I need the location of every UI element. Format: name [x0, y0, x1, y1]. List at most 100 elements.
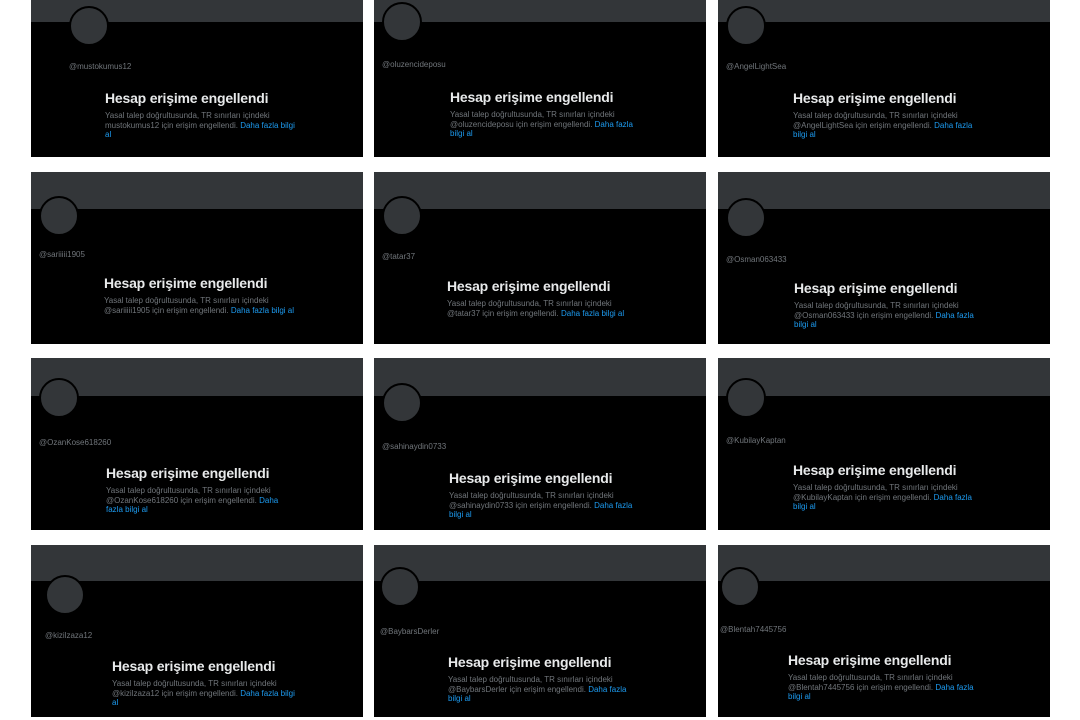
description-account-name: @Osman063433 [794, 310, 855, 320]
account-handle: @tatar37 [382, 252, 416, 261]
withheld-title: Hesap erişime engellendi [788, 652, 952, 668]
withheld-account-card: @tatar37 Hesap erişime engellendi Yasal ta… [374, 172, 706, 344]
withheld-account-card: @Blentah7445756 Hesap erişime engellendi Y… [718, 545, 1050, 717]
withheld-notice: Hesap erişime engellendi Yasal talep doğr… [793, 90, 983, 140]
profile-banner [718, 358, 1050, 396]
description-text: Yasal talep doğrultusunda, TR sınırları … [793, 483, 958, 492]
account-handle: @BaybarsDerler [380, 627, 440, 636]
description-text: Yasal talep doğrultusunda, TR sınırları … [447, 299, 612, 308]
description-account-name: @AngelLightSea [793, 120, 854, 130]
withheld-account-card: @KubilayKaptan Hesap erişime engellendi Ya… [718, 358, 1050, 530]
description-text: Yasal talep doğrultusunda, TR sınırları … [794, 301, 959, 310]
account-handle: @oluzencideposu [382, 60, 446, 69]
withheld-account-card: @mustokumus12 Hesap erişime engellendi Yas… [31, 0, 363, 157]
avatar [726, 198, 766, 238]
withheld-account-card: @sahinaydin0733 Hesap erişime engellendi Y… [374, 358, 706, 530]
description-text: için erişim engellendi. [854, 682, 936, 692]
withheld-title: Hesap erişime engellendi [104, 275, 268, 291]
withheld-description: Yasal talep doğrultusunda, TR sınırları … [448, 675, 638, 704]
withheld-account-card: @Osman063433 Hesap erişime engellendi Yasa… [718, 172, 1050, 344]
description-text: Yasal talep doğrultusunda, TR sınırları … [106, 486, 271, 495]
withheld-notice: Hesap erişime engellendi Yasal talep doğr… [104, 275, 294, 315]
learn-more-link[interactable]: Daha fazla bilgi al [561, 309, 624, 318]
withheld-description: Yasal talep doğrultusunda, TR sınırları … [793, 111, 983, 140]
withheld-notice: Hesap erişime engellendi Yasal talep doğr… [794, 280, 984, 330]
description-account-name: @BaybarsDerler [448, 684, 508, 694]
avatar [726, 6, 766, 46]
description-text: için erişim engellendi. [480, 308, 561, 318]
account-handle: @sahinaydin0733 [382, 442, 447, 451]
withheld-description: Yasal talep doğrultusunda, TR sınırları … [788, 673, 978, 702]
withheld-notice: Hesap erişime engellendi Yasal talep doğr… [450, 89, 640, 139]
withheld-title: Hesap erişime engellendi [794, 280, 958, 296]
account-handle: @sariiiii1905 [39, 250, 85, 259]
account-handle: @KubilayKaptan [726, 436, 786, 445]
profile-banner [374, 0, 706, 22]
withheld-title: Hesap erişime engellendi [793, 462, 957, 478]
withheld-account-card: @kizilzaza12 Hesap erişime engellendi Yasa… [31, 545, 363, 717]
profile-banner [31, 358, 363, 396]
withheld-notice: Hesap erişime engellendi Yasal talep doğr… [447, 278, 637, 318]
description-account-name: mustokumus12 [105, 120, 160, 130]
withheld-account-card: @AngelLightSea Hesap erişime engellendi Ya… [718, 0, 1050, 157]
avatar [726, 378, 766, 418]
description-text: için erişim engellendi. [853, 120, 935, 130]
withheld-description: Yasal talep doğrultusunda, TR sınırları … [449, 491, 639, 520]
withheld-title: Hesap erişime engellendi [447, 278, 611, 294]
withheld-notice: Hesap erişime engellendi Yasal talep doğr… [449, 470, 639, 520]
withheld-account-card: @sariiiii1905 Hesap erişime engellendi Yas… [31, 172, 363, 344]
description-text: Yasal talep doğrultusunda, TR sınırları … [448, 675, 613, 684]
withheld-description: Yasal talep doğrultusunda, TR sınırları … [106, 486, 296, 515]
account-handle: @Osman063433 [726, 255, 787, 264]
description-text: Yasal talep doğrultusunda, TR sınırları … [449, 491, 614, 500]
withheld-notice: Hesap erişime engellendi Yasal talep doğr… [105, 90, 295, 140]
profile-banner [374, 172, 706, 209]
description-account-name: @tatar37 [447, 308, 481, 318]
withheld-description: Yasal talep doğrultusunda, TR sınırları … [105, 111, 295, 140]
withheld-title: Hesap erişime engellendi [448, 654, 612, 670]
avatar [382, 196, 422, 236]
profile-banner [374, 358, 706, 396]
withheld-notice: Hesap erişime engellendi Yasal talep doğr… [106, 465, 296, 515]
description-text: için erişim engellendi. [159, 120, 241, 130]
withheld-account-card: @OzanKose618260 Hesap erişime engellendi Y… [31, 358, 363, 530]
withheld-title: Hesap erişime engellendi [105, 90, 269, 106]
withheld-description: Yasal talep doğrultusunda, TR sınırları … [793, 483, 983, 512]
description-text: Yasal talep doğrultusunda, TR sınırları … [105, 111, 270, 120]
avatar [380, 567, 420, 607]
withheld-notice: Hesap erişime engellendi Yasal talep doğr… [793, 462, 983, 512]
withheld-description: Yasal talep doğrultusunda, TR sınırları … [450, 110, 640, 139]
description-text: Yasal talep doğrultusunda, TR sınırları … [450, 110, 615, 119]
withheld-description: Yasal talep doğrultusunda, TR sınırları … [112, 679, 302, 708]
profile-banner [31, 172, 363, 209]
account-handle: @OzanKose618260 [39, 438, 112, 447]
description-account-name: @OzanKose618260 [106, 495, 179, 505]
avatar [720, 567, 760, 607]
withheld-description: Yasal talep doğrultusunda, TR sınırları … [104, 296, 294, 315]
profile-banner [374, 545, 706, 581]
description-text: için erişim engellendi. [149, 305, 231, 315]
avatar [382, 2, 422, 42]
profile-banner [718, 0, 1050, 22]
profile-banner [718, 545, 1050, 581]
description-account-name: @KubilayKaptan [793, 492, 853, 502]
avatar [39, 196, 79, 236]
account-handle: @kizilzaza12 [45, 631, 93, 640]
account-handle: @mustokumus12 [69, 62, 132, 71]
withheld-notice: Hesap erişime engellendi Yasal talep doğr… [788, 652, 978, 702]
description-text: için erişim engellendi. [507, 684, 589, 694]
description-text: Yasal talep doğrultusunda, TR sınırları … [112, 679, 277, 688]
withheld-notice: Hesap erişime engellendi Yasal talep doğr… [112, 658, 302, 708]
description-text: için erişim engellendi. [854, 310, 936, 320]
withheld-account-card: @oluzencideposu Hesap erişime engellendi Y… [374, 0, 706, 157]
description-text: için erişim engellendi. [852, 492, 934, 502]
description-account-name: @kizilzaza12 [112, 688, 160, 698]
avatar [69, 6, 109, 46]
description-text: Yasal talep doğrultusunda, TR sınırları … [793, 111, 958, 120]
account-handle: @Blentah7445756 [720, 625, 787, 634]
avatar [39, 378, 79, 418]
description-text: için erişim engellendi. [513, 500, 595, 510]
withheld-title: Hesap erişime engellendi [112, 658, 276, 674]
avatar [382, 383, 422, 423]
learn-more-link[interactable]: Daha fazla bilgi al [231, 306, 294, 315]
